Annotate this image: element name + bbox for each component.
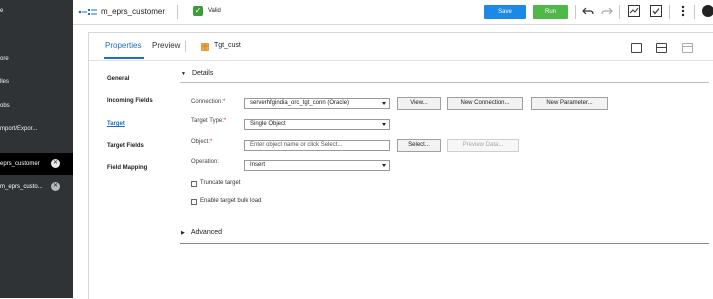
details-title: Details <box>191 70 214 77</box>
required-marker: * <box>210 139 213 145</box>
validate-icon[interactable] <box>649 4 663 18</box>
sidebar-item[interactable]: obs <box>0 96 73 116</box>
object-label: Object:* <box>191 139 212 145</box>
sidebar-item-label: obs <box>0 103 10 109</box>
tab-preview[interactable]: Preview <box>152 41 180 50</box>
view-button[interactable]: View... <box>397 97 441 110</box>
divider <box>180 243 709 244</box>
close-icon[interactable]: ✕ <box>51 159 60 168</box>
operation-select[interactable]: Insert <box>244 160 390 171</box>
truncate-target-checkbox[interactable] <box>191 181 197 187</box>
open-tab-label: eprs_customer <box>0 161 40 167</box>
layout-split-icon[interactable] <box>656 43 667 53</box>
layout-bottom-icon[interactable] <box>631 43 642 53</box>
new-connection-button[interactable]: New Connection... <box>447 97 523 110</box>
sidebar-item[interactable]: lles <box>0 72 73 92</box>
chevron-right-icon: ▶ <box>181 230 185 236</box>
divider <box>180 82 709 83</box>
object-input[interactable]: Enter object name or click Select... <box>244 140 390 151</box>
sidebar-item-label: mport/Expor... <box>0 126 38 132</box>
sidebar-item[interactable]: mport/Expor... <box>0 119 73 139</box>
open-tab-inactive[interactable]: m_eprs_custo... ✕ <box>0 176 73 198</box>
details-section-header[interactable]: ▼ Details <box>181 70 213 77</box>
sidebar-item-label: lles <box>0 79 10 85</box>
properties-panel: Properties Preview Tgt_cust General Inco… <box>88 32 713 299</box>
sidebar-item-label: ore <box>0 56 9 62</box>
undo-icon[interactable] <box>581 4 595 18</box>
top-toolbar: m_eprs_customer ✓ Valid Save Run <box>73 0 713 25</box>
divider <box>177 5 178 19</box>
mapping-icon <box>78 9 97 15</box>
target-type-label: Target Type:* <box>191 118 226 124</box>
chevron-down-icon: ▼ <box>181 71 186 77</box>
nav-general[interactable]: General <box>107 76 129 82</box>
nav-incoming-fields[interactable]: Incoming Fields <box>107 98 153 104</box>
tab-properties[interactable]: Properties <box>105 41 141 50</box>
required-marker: * <box>223 99 226 105</box>
sidebar-item[interactable]: e <box>0 1 73 21</box>
layout-full-icon[interactable] <box>682 43 693 53</box>
open-tab-label: m_eprs_custo... <box>0 184 43 190</box>
close-icon[interactable]: ✕ <box>51 182 60 191</box>
required-marker: * <box>223 118 227 124</box>
chevron-down-icon <box>382 102 386 105</box>
advanced-section-header[interactable]: ▶ Advanced <box>181 229 222 236</box>
target-type-select[interactable]: Single Object <box>244 119 390 130</box>
divider <box>89 60 713 61</box>
valid-check-icon: ✓ <box>193 6 203 16</box>
advanced-title: Advanced <box>190 229 222 236</box>
divider <box>694 5 695 19</box>
select-button[interactable]: Select... <box>397 139 441 152</box>
target-name: Tgt_cust <box>214 42 241 49</box>
connection-label: Connection:* <box>191 99 225 105</box>
target-transform-icon <box>201 43 209 51</box>
valid-status: Valid <box>208 8 221 14</box>
object-label-text: Object: <box>191 139 211 145</box>
mapping-name: m_eprs_customer <box>101 7 166 16</box>
bulk-load-checkbox[interactable] <box>191 199 197 205</box>
more-options-icon[interactable] <box>676 4 690 18</box>
nav-target[interactable]: Target <box>107 121 125 127</box>
preview-data-button[interactable]: Preview Data... <box>447 139 519 152</box>
divider <box>669 5 670 19</box>
target-type-value: Single Object <box>250 121 286 127</box>
run-button[interactable]: Run <box>533 5 568 19</box>
operation-label: Operation: <box>191 159 220 165</box>
operation-value: Insert <box>250 162 266 168</box>
bulk-load-label: Enable target bulk load <box>200 198 262 204</box>
sidebar-item-label: e <box>0 8 4 14</box>
active-tab-indicator <box>104 57 144 59</box>
monitor-chart-icon[interactable] <box>627 4 641 18</box>
chevron-down-icon <box>382 123 386 126</box>
truncate-target-label: Truncate target <box>200 180 241 186</box>
redo-icon[interactable] <box>600 4 614 18</box>
connection-value: serverhfgindia_orc_tgt_conn (Oracle) <box>250 100 350 106</box>
chevron-down-icon <box>382 164 386 167</box>
nav-target-fields[interactable]: Target Fields <box>107 143 144 149</box>
left-sidebar: e ore lles obs mport/Expor... eprs_custo… <box>0 0 73 298</box>
save-button[interactable]: Save <box>484 5 526 19</box>
new-parameter-button[interactable]: New Parameter... <box>531 97 608 110</box>
connection-select[interactable]: serverhfgindia_orc_tgt_conn (Oracle) <box>244 98 390 109</box>
divider <box>619 5 620 19</box>
nav-field-mapping[interactable]: Field Mapping <box>107 165 147 171</box>
target-type-label-text: Target Type: <box>191 118 224 124</box>
open-tab-active[interactable]: eprs_customer ✕ <box>0 153 73 175</box>
connection-label-text: Connection: <box>191 99 224 105</box>
help-icon[interactable] <box>701 4 713 18</box>
sidebar-item[interactable]: ore <box>0 49 73 69</box>
divider <box>575 5 576 19</box>
divider <box>185 41 186 52</box>
